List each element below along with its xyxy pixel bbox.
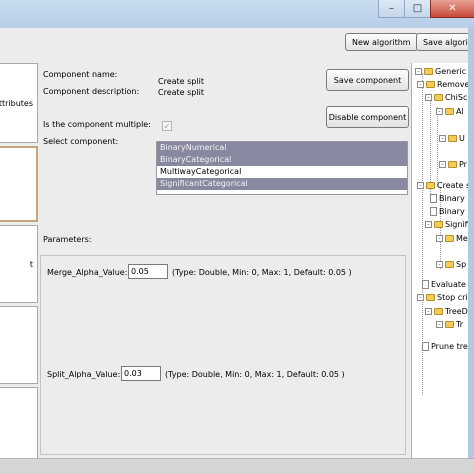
window-controls: – □ ✕	[378, 0, 474, 18]
collapse-icon[interactable]: -	[436, 108, 443, 115]
folder-icon	[445, 235, 454, 242]
split-alpha-label: Split_Alpha_Value:	[47, 370, 121, 379]
folder-icon	[434, 94, 443, 101]
split-alpha-info: (Type: Double, Min: 0, Max: 1, Default: …	[165, 370, 345, 379]
file-icon	[422, 342, 429, 351]
collapse-icon[interactable]: -	[417, 182, 424, 189]
component-select-list[interactable]: BinaryNumerical BinaryCategorical Multiw…	[156, 141, 408, 195]
folder-icon	[445, 261, 454, 268]
folder-icon	[445, 108, 454, 115]
select-component-label: Select component:	[43, 137, 119, 146]
collapse-icon[interactable]: -	[439, 161, 446, 168]
folder-icon	[426, 81, 435, 88]
tree-node[interactable]: - Stop crite	[417, 292, 474, 303]
tree-node[interactable]: Evaluate	[422, 279, 466, 290]
tree-node[interactable]: - Signific	[425, 219, 474, 230]
list-item[interactable]: BinaryNumerical	[157, 142, 407, 154]
folder-icon	[426, 182, 435, 189]
collapse-icon[interactable]: -	[436, 261, 443, 268]
split-alpha-input[interactable]: 0.03	[121, 366, 161, 381]
save-component-button[interactable]: Save component	[326, 69, 409, 91]
folder-icon	[448, 135, 457, 142]
folder-icon	[445, 321, 454, 328]
collapse-icon[interactable]: -	[439, 135, 446, 142]
collapse-icon[interactable]: -	[417, 81, 424, 88]
tree-node[interactable]: - Tr	[436, 319, 463, 330]
tree-node[interactable]: - TreeD	[425, 306, 468, 317]
tree-node[interactable]: - Me	[436, 233, 468, 244]
folder-icon	[424, 68, 433, 75]
collapse-icon[interactable]: -	[436, 235, 443, 242]
left-panel-item-selected[interactable]	[0, 146, 38, 222]
folder-icon	[426, 294, 435, 301]
folder-icon	[434, 221, 443, 228]
collapse-icon[interactable]: -	[425, 94, 432, 101]
tree-node[interactable]: - ChiSc	[425, 92, 467, 103]
tree-node[interactable]: - Generic Deci	[415, 66, 474, 77]
component-name-value: Create split	[158, 77, 204, 86]
status-bar	[0, 458, 474, 474]
folder-icon	[448, 161, 457, 168]
tree-node[interactable]: Prune tre	[422, 341, 468, 352]
left-panel-item-t[interactable]: t	[0, 225, 38, 303]
is-multiple-label: Is the component multiple:	[43, 120, 151, 129]
file-icon	[422, 280, 429, 289]
component-description-value: Create split	[158, 88, 204, 97]
save-algorithm-button[interactable]: Save algorithm	[416, 33, 474, 51]
merge-alpha-label: Merge_Alpha_Value:	[47, 268, 128, 277]
tree-node[interactable]: - Create sp	[417, 180, 474, 191]
folder-icon	[434, 308, 443, 315]
file-icon	[430, 194, 437, 203]
maximize-icon[interactable]: □	[404, 0, 430, 18]
disable-component-button[interactable]: Disable component	[326, 106, 409, 128]
left-panel-item[interactable]	[0, 387, 38, 459]
merge-alpha-info: (Type: Double, Min: 0, Max: 1, Default: …	[172, 268, 352, 277]
file-icon	[430, 207, 437, 216]
tree-node[interactable]: - Remove i	[417, 79, 474, 90]
tree-node[interactable]: Binary	[430, 193, 465, 204]
tree-node[interactable]: - Sp	[436, 259, 466, 270]
minimize-icon[interactable]: –	[378, 0, 404, 18]
left-panel-item-attributes[interactable]: ttributes	[0, 63, 38, 143]
close-icon[interactable]: ✕	[430, 0, 474, 18]
left-panel-item[interactable]	[0, 306, 38, 384]
algorithm-tree: - Generic Deci - Remove i - ChiSc - Al -…	[411, 63, 474, 458]
collapse-icon[interactable]: -	[425, 221, 432, 228]
list-item[interactable]: BinaryCategorical	[157, 154, 407, 166]
component-name-label: Component name:	[43, 70, 118, 79]
tree-node[interactable]: - Pr	[439, 159, 467, 170]
merge-alpha-input[interactable]: 0.05	[128, 264, 168, 279]
parameters-panel	[40, 255, 406, 455]
tree-node[interactable]: Binary	[430, 206, 465, 217]
new-algorithm-button[interactable]: New algorithm	[345, 33, 418, 51]
window-border	[468, 28, 474, 474]
tree-node[interactable]: - Al	[436, 106, 464, 117]
tree-node[interactable]: - U	[439, 133, 465, 144]
collapse-icon[interactable]: -	[417, 294, 424, 301]
collapse-icon[interactable]: -	[425, 308, 432, 315]
collapse-icon[interactable]: -	[415, 68, 422, 75]
list-item[interactable]: MultiwayCategorical	[157, 166, 407, 178]
list-item[interactable]: SignificantCategorical	[157, 178, 407, 190]
collapse-icon[interactable]: -	[436, 321, 443, 328]
left-panel-item-label: t	[29, 260, 33, 269]
left-panel-item-label: ttributes	[0, 99, 33, 108]
is-multiple-checkbox[interactable]: ✓	[162, 121, 172, 131]
parameters-label: Parameters:	[43, 235, 92, 244]
component-description-label: Component description:	[43, 87, 140, 96]
